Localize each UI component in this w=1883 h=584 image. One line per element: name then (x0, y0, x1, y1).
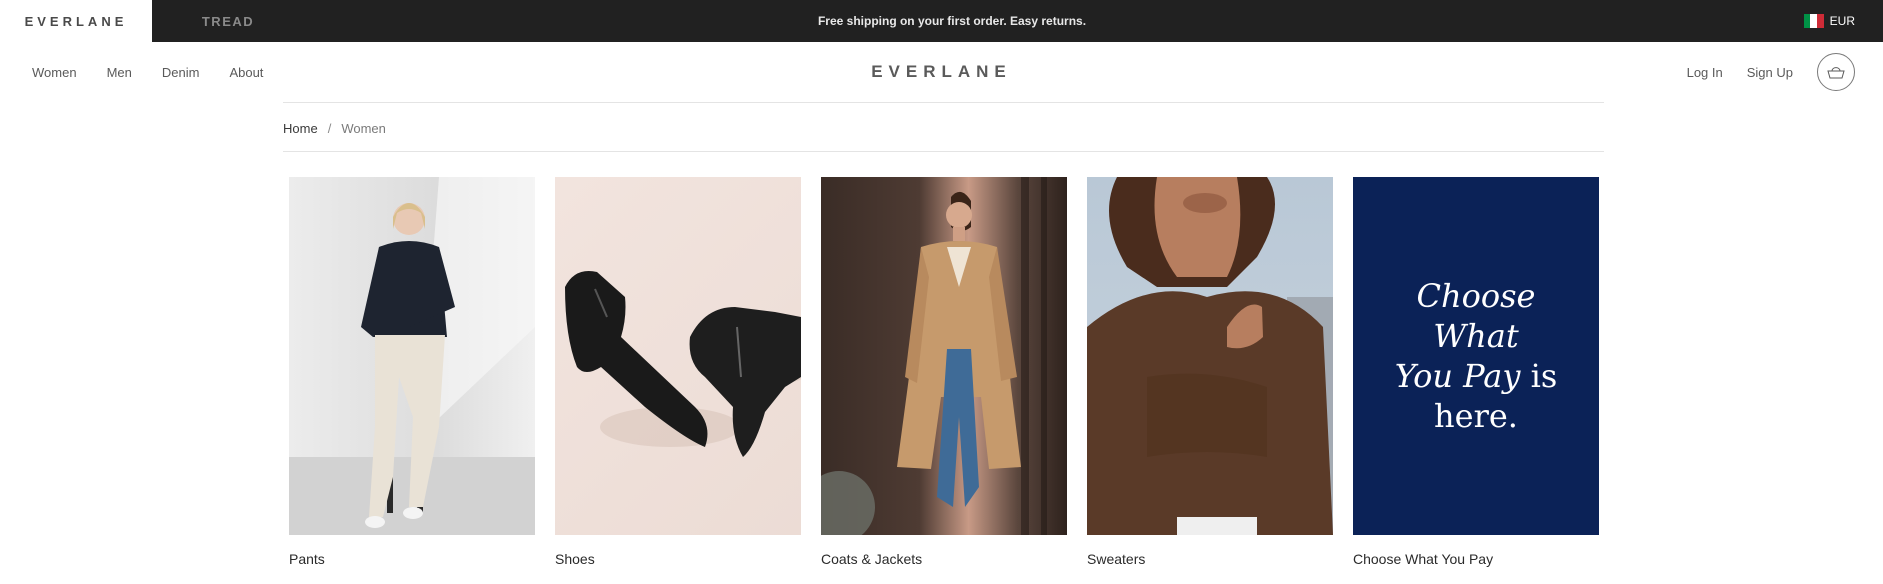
breadcrumb-separator: / (327, 120, 332, 136)
sweaters-image[interactable] (1087, 177, 1333, 535)
nav-women[interactable]: Women (32, 65, 77, 80)
breadcrumb-home[interactable]: Home (283, 121, 318, 136)
signup-link[interactable]: Sign Up (1747, 65, 1793, 80)
italy-flag-icon (1803, 14, 1824, 28)
nav-about[interactable]: About (229, 65, 263, 80)
currency-selector[interactable]: EUR (1803, 0, 1855, 42)
banner-line-2-italic: You Pay (1394, 357, 1521, 395)
category-card-pants[interactable]: Pants (289, 177, 535, 567)
category-grid: Pants Shoes Coats & Jackets Sweaters Cho… (289, 177, 1599, 567)
site-header: Women Men Denim About EVERLANE Log In Si… (0, 42, 1883, 102)
header-divider (283, 102, 1604, 103)
category-card-choose-what-you-pay[interactable]: Choose What You Pay is here. Choose What… (1353, 177, 1599, 567)
category-label[interactable]: Choose What You Pay (1353, 551, 1599, 567)
category-label[interactable]: Pants (289, 551, 535, 567)
category-card-coats-jackets[interactable]: Coats & Jackets (821, 177, 1067, 567)
tread-brand-tab[interactable]: TREAD (152, 0, 304, 42)
nav-denim[interactable]: Denim (162, 65, 200, 80)
shoes-image[interactable] (555, 177, 801, 535)
everlane-brand-tab[interactable]: EVERLANE (0, 0, 152, 42)
breadcrumb-current: Women (341, 120, 386, 136)
site-logo[interactable]: EVERLANE (0, 42, 1883, 102)
category-card-shoes[interactable]: Shoes (555, 177, 801, 567)
coats-jackets-image[interactable] (821, 177, 1067, 535)
banner-text: Choose What You Pay is here. (1353, 276, 1599, 436)
choose-what-you-pay-banner[interactable]: Choose What You Pay is here. (1353, 177, 1599, 535)
shopping-bag-icon[interactable] (1817, 53, 1855, 91)
currency-label: EUR (1829, 14, 1855, 28)
login-link[interactable]: Log In (1687, 65, 1723, 80)
category-label[interactable]: Coats & Jackets (821, 551, 1067, 567)
banner-line-2-rest: is (1520, 357, 1558, 395)
category-label[interactable]: Shoes (555, 551, 801, 567)
pants-image[interactable] (289, 177, 535, 535)
banner-line-1: Choose What (1416, 277, 1536, 355)
main-nav: Women Men Denim About (32, 42, 263, 102)
banner-line-3: here. (1434, 397, 1518, 435)
breadcrumb: Home / Women (283, 118, 386, 138)
nav-men[interactable]: Men (107, 65, 132, 80)
shipping-announcement: Free shipping on your first order. Easy … (817, 14, 1087, 28)
breadcrumb-divider (283, 151, 1604, 152)
category-label[interactable]: Sweaters (1087, 551, 1333, 567)
top-bar: EVERLANE TREAD Free shipping on your fir… (0, 0, 1883, 42)
category-card-sweaters[interactable]: Sweaters (1087, 177, 1333, 567)
account-links: Log In Sign Up (1687, 42, 1855, 102)
